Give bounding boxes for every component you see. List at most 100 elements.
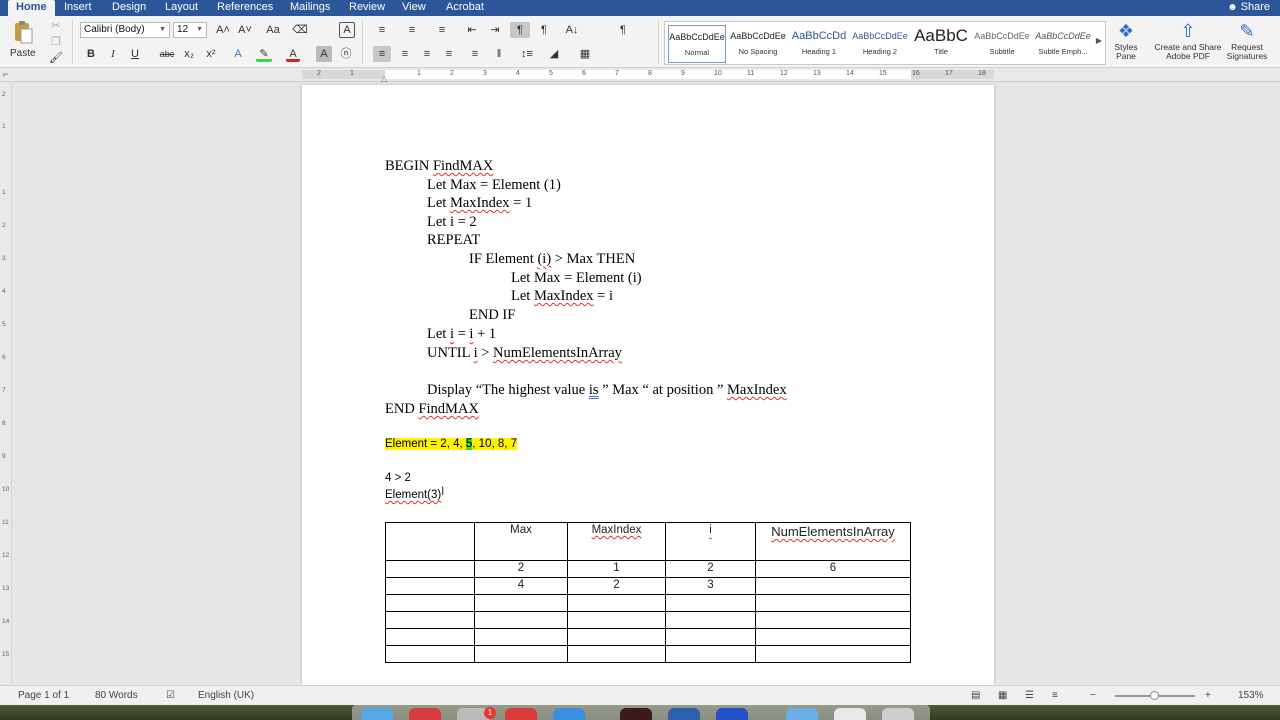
table-cell[interactable] [567,628,666,646]
ltr-paragraph-icon[interactable]: ¶ [510,22,530,38]
grow-font-icon[interactable]: A˄ [214,22,232,38]
table-cell[interactable]: 2 [567,577,666,595]
table-cell[interactable] [474,611,568,629]
word-icon[interactable] [668,708,700,720]
page-count[interactable]: Page 1 of 1 [18,690,69,701]
increase-indent-icon[interactable]: ⇥ [486,22,504,38]
font-size-dropdown[interactable]: 12 ▼ [173,22,207,38]
table-cell[interactable]: 6 [755,560,911,578]
app-icon[interactable] [553,708,585,720]
clear-formatting-icon[interactable]: ⌫ [291,22,309,38]
font-family-dropdown[interactable]: Calibri (Body) ▼ [80,22,170,38]
web-layout-icon[interactable]: ▦ [998,690,1007,701]
table-cell[interactable] [385,645,475,663]
table-header-cell[interactable]: NumElementsInArray [755,522,911,561]
table-cell[interactable]: 3 [665,577,756,595]
copy-icon[interactable]: ❐ [49,34,63,50]
italic-button[interactable]: I [106,46,120,62]
show-formatting-icon[interactable]: ¶ [615,22,631,38]
table-cell[interactable] [567,594,666,612]
superscript-button[interactable]: x² [203,46,219,62]
outline-view-icon[interactable]: ☰ [1025,690,1034,701]
table-cell[interactable] [755,594,911,612]
tab-review[interactable]: Review [341,0,393,16]
paste-button[interactable] [8,20,38,44]
text-box-icon[interactable]: A [339,22,355,38]
folder-icon[interactable] [786,708,818,720]
table-cell[interactable] [755,645,911,663]
table-cell[interactable] [665,645,756,663]
vertical-ruler[interactable]: 2 1 1 2 3 4 5 6 7 8 9 10 11 12 13 14 15 [0,83,12,684]
table-cell[interactable] [385,594,475,612]
misspelled-word[interactable]: MaxIndex [450,195,510,211]
tab-acrobat[interactable]: Acrobat [438,0,492,16]
table-cell[interactable] [755,611,911,629]
distributed-icon[interactable]: ≡ [466,46,484,62]
table-cell[interactable]: 4 [474,577,568,595]
grammar-flagged-word[interactable]: is [589,382,599,398]
misspelled-word[interactable]: (i) [537,251,551,267]
table-cell[interactable] [474,594,568,612]
bullets-icon[interactable]: ≡ [372,22,392,38]
table-cell[interactable] [665,594,756,612]
table-header-cell[interactable]: Max [474,522,568,561]
style-heading-1[interactable]: AaBbCcDd Heading 1 [790,25,848,63]
table-header-cell[interactable]: i [665,522,756,561]
enclose-characters-icon[interactable]: ⓝ [338,46,354,62]
character-shading-icon[interactable]: A [316,46,332,62]
proofing-icon[interactable]: ☑ [166,690,175,701]
tab-design[interactable]: Design [104,0,154,16]
borders-icon[interactable]: ▦ [576,46,594,62]
table-cell[interactable]: 1 [567,560,666,578]
create-pdf-button[interactable]: ⇧ Create and Share Adobe PDF [1150,19,1226,61]
table-cell[interactable] [567,645,666,663]
print-layout-icon[interactable]: ▤ [971,690,980,701]
zoom-slider-thumb[interactable] [1150,691,1159,700]
misspelled-word[interactable]: FindMAX [418,401,478,417]
app-icon[interactable] [716,708,748,720]
tab-references[interactable]: References [209,0,281,16]
table-header-cell[interactable] [385,522,475,561]
columns-icon[interactable]: ‖ [490,46,508,62]
table-cell[interactable] [474,628,568,646]
style-normal[interactable]: AaBbCcDdEe Normal [668,25,726,63]
subscript-button[interactable]: x₂ [181,46,197,62]
tab-view[interactable]: View [394,0,434,16]
table-header-cell[interactable]: MaxIndex [567,522,666,561]
cut-icon[interactable]: ✂ [49,18,63,34]
style-no-spacing[interactable]: AaBbCcDdEe No Spacing [729,25,787,63]
numbering-icon[interactable]: ≡ [402,22,422,38]
document-page[interactable]: BEGIN FindMAX Let Max = Element (1) Let … [302,85,994,685]
decrease-indent-icon[interactable]: ⇤ [463,22,481,38]
justify-icon[interactable]: ≡ [440,46,458,62]
app-icon[interactable] [505,708,537,720]
table-cell[interactable] [474,645,568,663]
style-subtitle[interactable]: AaBbCcDdEe Subtitle [973,25,1031,63]
zoom-level[interactable]: 153% [1238,690,1264,701]
rtl-paragraph-icon[interactable]: ¶ [534,22,554,38]
chevron-right-icon[interactable]: ▶ [1096,36,1102,45]
change-case-icon[interactable]: Aa [262,22,284,38]
align-center-icon[interactable]: ≡ [396,46,414,62]
shrink-font-icon[interactable]: A˅ [236,22,254,38]
table-cell[interactable] [665,611,756,629]
bold-button[interactable]: B [84,46,98,62]
align-right-icon[interactable]: ≡ [418,46,436,62]
shading-icon[interactable]: ◢ [545,46,563,62]
line-spacing-icon[interactable]: ↕≡ [516,46,538,62]
style-subtle-emphasis[interactable]: AaBbCcDdEe Subtle Emph... [1034,25,1092,63]
table-cell[interactable] [567,611,666,629]
zoom-out-button[interactable]: − [1090,690,1096,701]
request-signatures-button[interactable]: ✎ Request Signatures [1222,19,1272,61]
share-button[interactable]: ☻ Share [1227,0,1270,16]
misspelled-word[interactable]: FindMAX [433,158,493,174]
misspelled-word[interactable]: MaxIndex [534,288,594,304]
strikethrough-button[interactable]: abc [157,46,177,62]
table-cell[interactable] [665,628,756,646]
word-count[interactable]: 80 Words [95,690,138,701]
format-painter-icon[interactable]: 🖌 [49,50,63,66]
multilevel-list-icon[interactable]: ≡ [432,22,452,38]
table-cell[interactable] [385,628,475,646]
underline-button[interactable]: U [128,46,142,62]
table-cell[interactable] [385,577,475,595]
